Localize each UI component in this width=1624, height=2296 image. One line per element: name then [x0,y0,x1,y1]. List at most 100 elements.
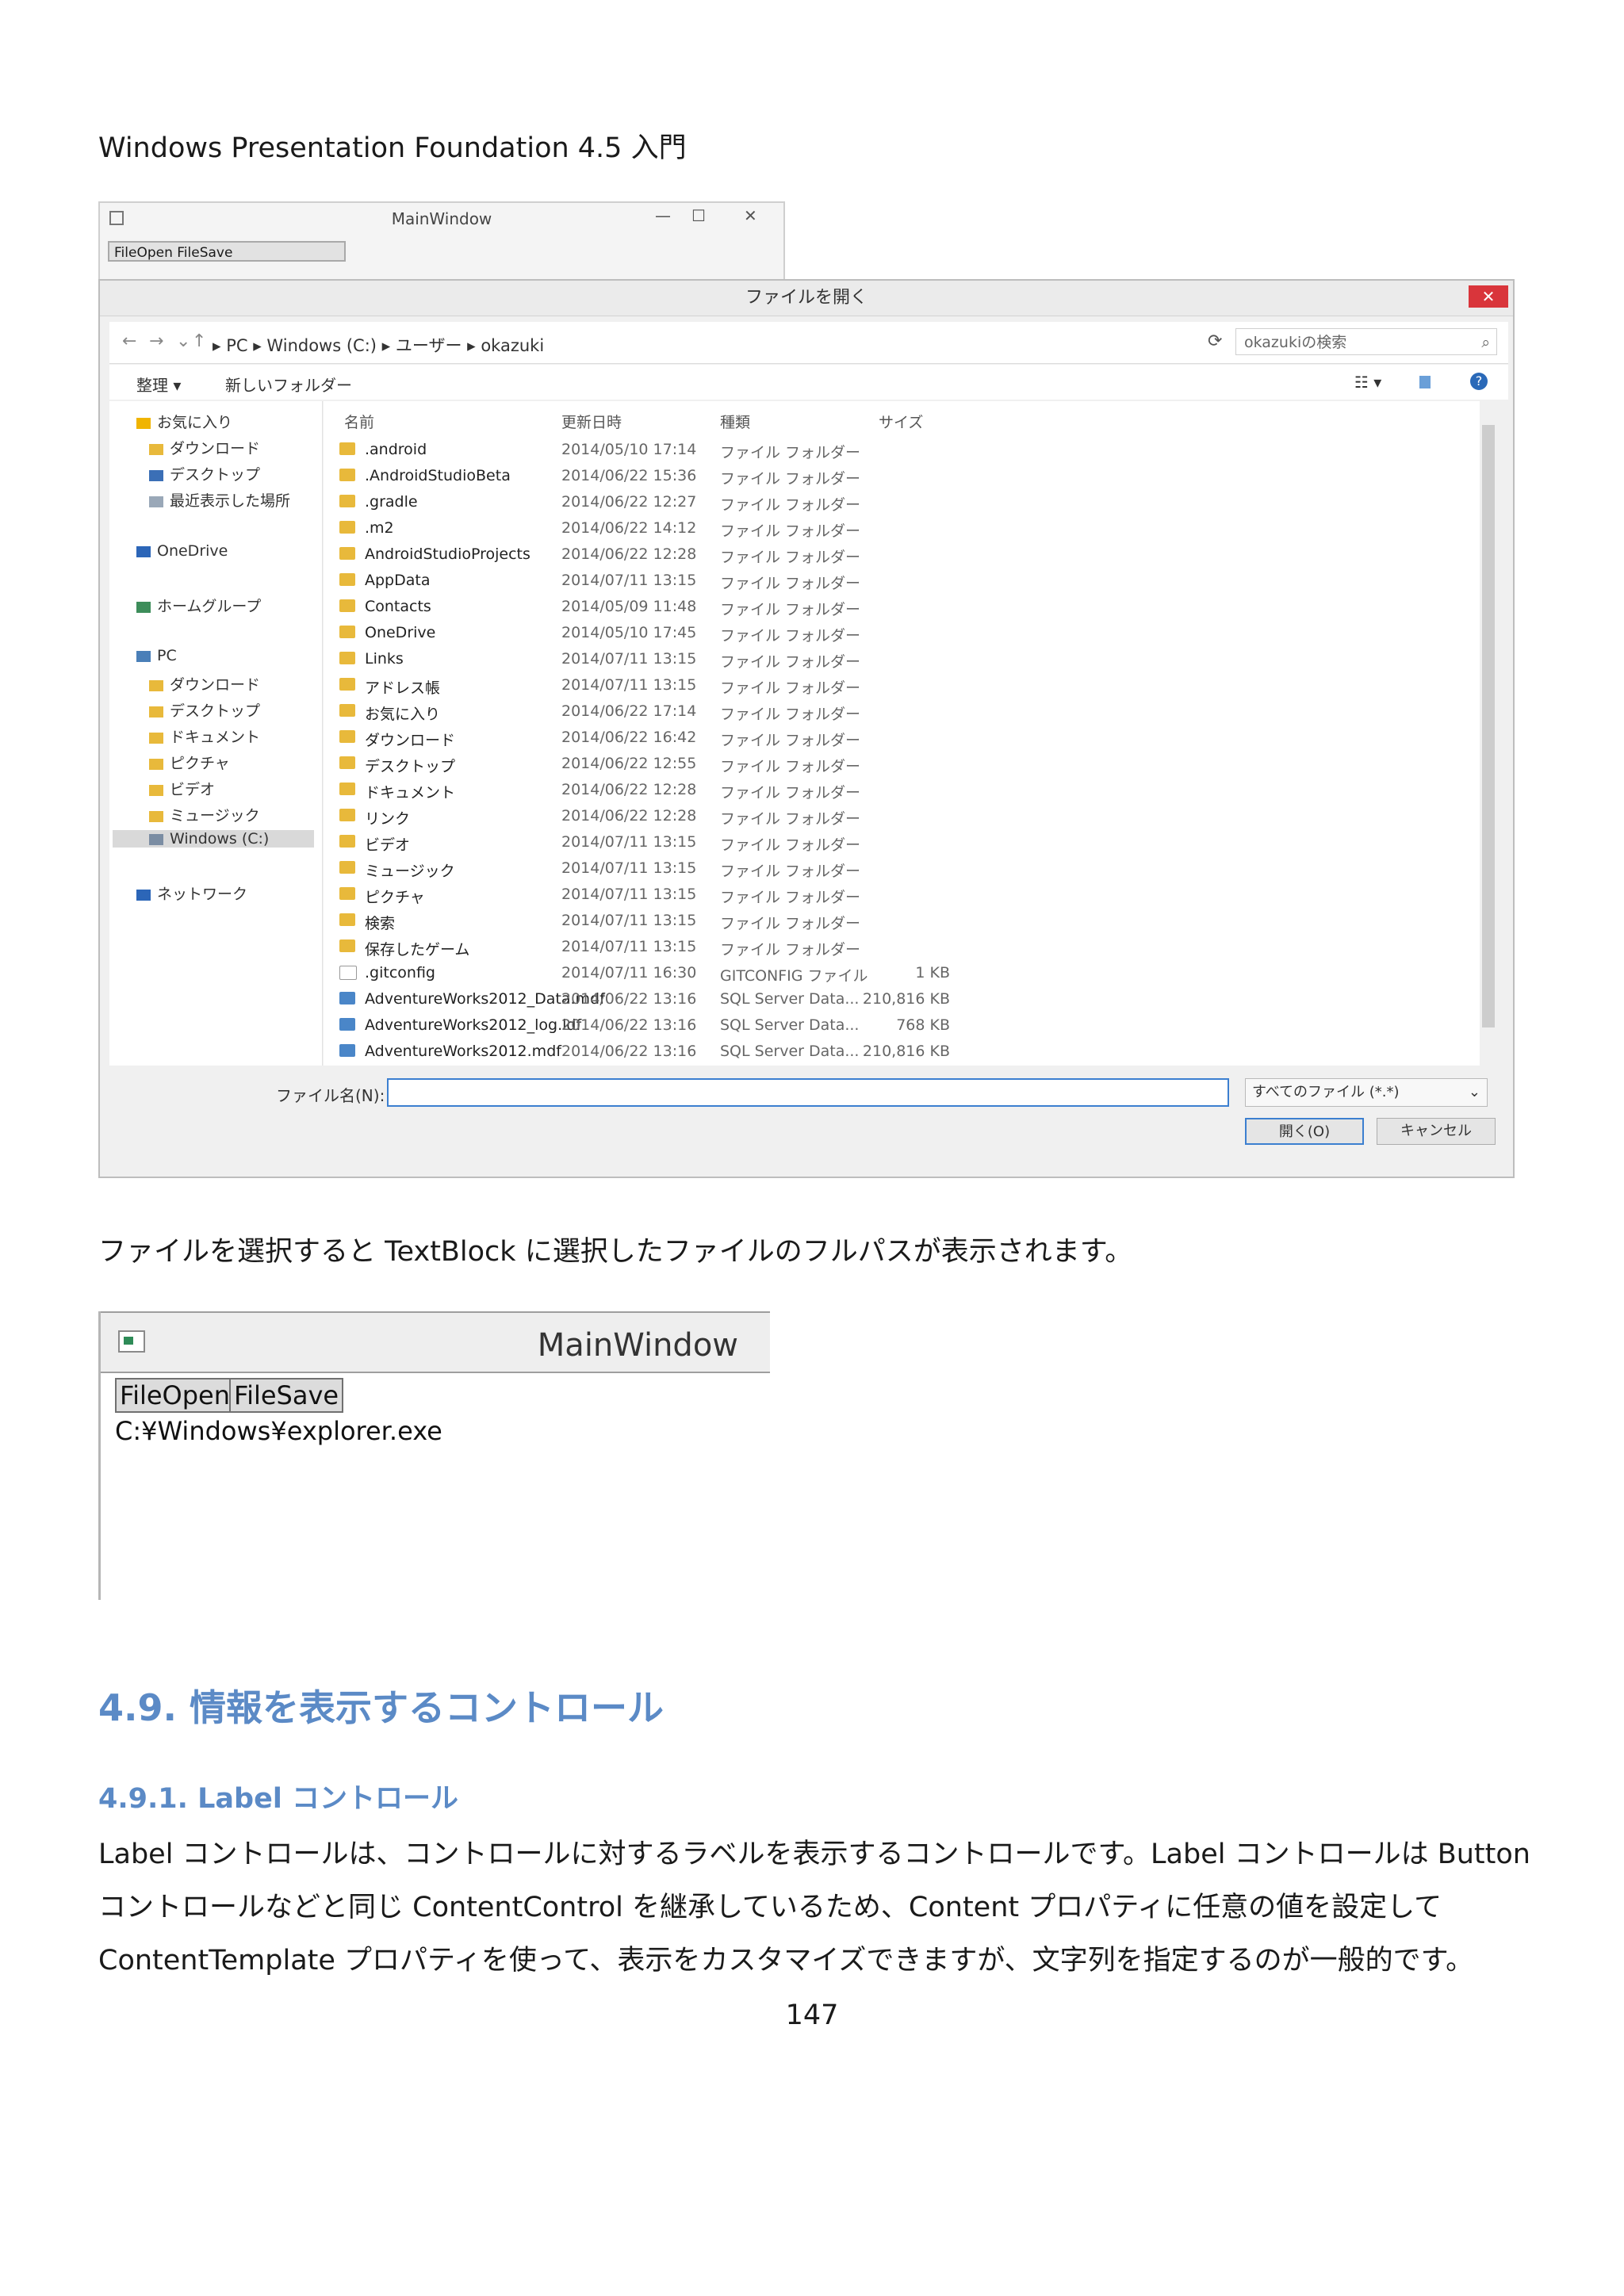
fileopen-button[interactable]: FileOpen [115,1378,236,1413]
nav-pc[interactable]: PC [136,647,177,664]
file-row[interactable]: OneDrive 2014/05/10 17:45 ファイル フォルダー [324,621,1481,647]
file-row[interactable]: .gitconfig 2014/07/11 16:30 GITCONFIG ファイル… [324,961,1481,987]
help-icon[interactable]: ? [1470,373,1488,390]
nav-network[interactable]: ネットワーク [136,882,247,904]
nav-favorites[interactable]: お気に入り [136,411,232,432]
column-type[interactable]: 種類 [720,411,750,432]
breadcrumb[interactable]: ▸ PC ▸ Windows (C:) ▸ ユーザー ▸ okazuki [213,333,544,357]
file-type: ファイル フォルダー [720,653,861,671]
folder-icon [339,756,355,769]
file-row[interactable]: お気に入り 2014/06/22 17:14 ファイル フォルダー [324,699,1481,725]
file-row[interactable]: ビデオ 2014/07/11 13:15 ファイル フォルダー [324,830,1481,856]
nav-pc-music[interactable]: ミュージック [149,804,260,825]
filesave-button[interactable]: FileSave [229,1378,344,1413]
folder-icon [339,547,355,560]
file-name: Contacts [365,598,431,615]
file-row[interactable]: .android 2014/05/10 17:14 ファイル フォルダー [324,438,1481,464]
nav-desktop[interactable]: デスクトップ [149,463,260,484]
file-type: SQL Server Data... [720,1043,860,1060]
file-row[interactable]: アドレス帳 2014/07/11 13:15 ファイル フォルダー [324,673,1481,699]
nav-pc-videos[interactable]: ビデオ [149,778,215,799]
preview-pane-icon[interactable] [1419,376,1431,388]
nav-homegroup[interactable]: ホームグループ [136,595,261,616]
column-name[interactable]: 名前 [344,411,374,432]
file-row[interactable]: 検索 2014/07/11 13:15 ファイル フォルダー [324,909,1481,935]
maximize-icon[interactable]: ☐ [691,206,706,225]
file-date: 2014/05/10 17:14 [561,441,697,458]
column-size[interactable]: サイズ [879,411,923,432]
file-name: ダウンロード [365,732,456,749]
file-row[interactable]: .gradle 2014/06/22 12:27 ファイル フォルダー [324,490,1481,516]
body-line-3: ContentTemplate プロパティを使って、表示をカスタマイズできますが… [98,1945,1474,1976]
nav-recent-places[interactable]: 最近表示した場所 [149,489,290,511]
file-row[interactable]: 保存したゲーム 2014/07/11 13:15 ファイル フォルダー [324,935,1481,961]
organize-button[interactable]: 整理 ▾ [136,373,181,396]
filename-input[interactable] [387,1078,1229,1107]
open-button[interactable]: 開く(O) [1245,1118,1364,1145]
file-row[interactable]: AdventureWorks2012_log.ldf 2014/06/22 13:… [324,1013,1481,1039]
file-row[interactable]: .m2 2014/06/22 14:12 ファイル フォルダー [324,516,1481,542]
back-icon[interactable]: ← [122,331,136,351]
main-window-title: MainWindow [537,1327,738,1364]
nav-pc-downloads[interactable]: ダウンロード [149,673,260,695]
file-type: SQL Server Data... [720,1016,860,1034]
recent-dropdown-icon[interactable]: ⌄ [176,331,190,351]
file-date: 2014/07/11 13:15 [561,938,697,955]
filename-label: ファイル名(N): [276,1086,385,1105]
file-row[interactable]: ミュージック 2014/07/11 13:15 ファイル フォルダー [324,856,1481,882]
file-date: 2014/06/22 15:36 [561,467,697,484]
file-row[interactable]: デスクトップ 2014/06/22 12:55 ファイル フォルダー [324,752,1481,778]
minimize-icon[interactable]: — [655,206,671,225]
main-window-titlebar: MainWindow [101,1311,770,1373]
file-row[interactable]: ドキュメント 2014/06/22 12:28 ファイル フォルダー [324,778,1481,804]
search-input[interactable]: okazukiの検索 ⌕ [1235,328,1497,355]
nav-pc-desktop[interactable]: デスクトップ [149,699,260,721]
file-type: ファイル フォルダー [720,601,861,618]
file-date: 2014/06/22 14:12 [561,519,697,537]
nav-onedrive[interactable]: OneDrive [136,542,228,560]
file-type: ファイル フォルダー [720,889,861,906]
filetype-select[interactable]: すべてのファイル (*.*) ⌄ [1245,1078,1488,1107]
forward-icon[interactable]: → [149,331,163,351]
database-file-icon [339,1044,355,1057]
folder-icon [339,783,355,795]
vertical-scrollbar[interactable] [1480,401,1497,1066]
file-row[interactable]: ピクチャ 2014/07/11 13:15 ファイル フォルダー [324,882,1481,909]
file-type: ファイル フォルダー [720,863,861,880]
column-date[interactable]: 更新日時 [561,411,622,432]
refresh-icon[interactable]: ⟳ [1208,331,1222,351]
nav-windows-c[interactable]: Windows (C:) [113,830,314,848]
views-button[interactable]: ☷ ▾ [1354,373,1381,392]
search-placeholder: okazukiの検索 [1244,334,1347,351]
file-row[interactable]: Contacts 2014/05/09 11:48 ファイル フォルダー [324,595,1481,621]
nav-pc-pictures[interactable]: ピクチャ [149,752,230,773]
file-row[interactable]: リンク 2014/06/22 12:28 ファイル フォルダー [324,804,1481,830]
cancel-button[interactable]: キャンセル [1377,1118,1496,1145]
nav-pc-documents[interactable]: ドキュメント [149,725,260,747]
file-row[interactable]: AppData 2014/07/11 13:15 ファイル フォルダー [324,568,1481,595]
file-row[interactable]: .AndroidStudioBeta 2014/06/22 15:36 ファイル フ… [324,464,1481,490]
scrollbar-thumb[interactable] [1482,425,1495,1027]
file-row[interactable]: AdventureWorks2012.mdf 2014/06/22 13:16 SQ… [324,1039,1481,1066]
file-type: ファイル フォルダー [720,627,861,645]
file-row[interactable]: AdventureWorks2012_Data.mdf 2014/06/22 13… [324,987,1481,1013]
fileopen-filesave-buttons[interactable]: FileOpen FileSave [108,241,346,262]
file-name: ドキュメント [365,784,456,802]
file-date: 2014/06/22 12:28 [561,545,697,563]
folder-icon [339,678,355,691]
dialog-close-button[interactable]: ✕ [1469,285,1508,308]
file-type: ファイル フォルダー [720,444,861,461]
file-date: 2014/06/22 16:42 [561,729,697,746]
new-folder-button[interactable]: 新しいフォルダー [225,373,352,396]
close-icon[interactable]: ✕ [744,206,757,225]
file-name: .AndroidStudioBeta [365,467,511,484]
file-row[interactable]: AndroidStudioProjects 2014/06/22 12:28 ファイ… [324,542,1481,568]
file-row[interactable]: ダウンロード 2014/06/22 16:42 ファイル フォルダー [324,725,1481,752]
folder-icon [339,809,355,821]
file-row[interactable]: Links 2014/07/11 13:15 ファイル フォルダー [324,647,1481,673]
folder-icon [339,626,355,638]
folder-icon [149,732,163,744]
nav-downloads[interactable]: ダウンロード [149,437,260,458]
folder-icon [339,495,355,507]
up-icon[interactable]: ↑ [192,331,206,351]
